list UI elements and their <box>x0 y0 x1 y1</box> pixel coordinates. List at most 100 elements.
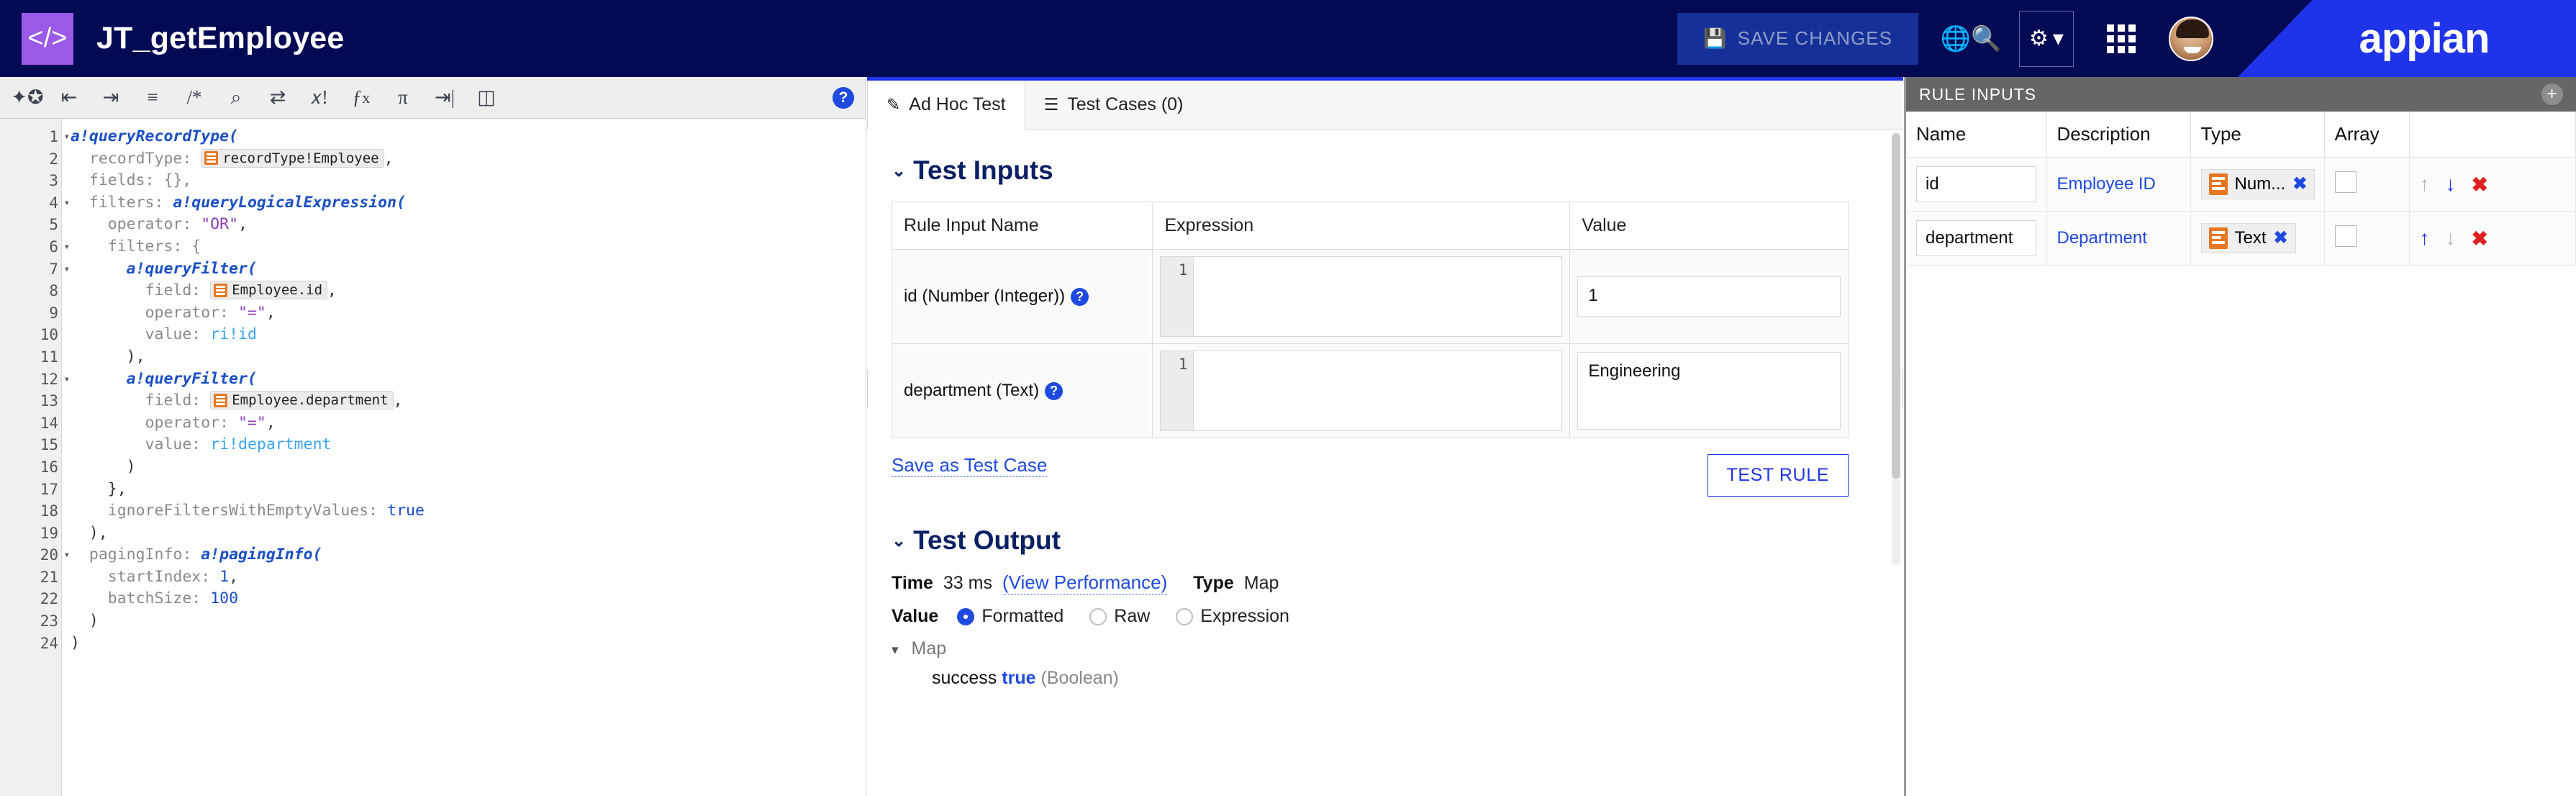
expression-line-number: 1 <box>1161 257 1194 336</box>
avatar[interactable] <box>2169 16 2213 61</box>
fold-arrow-icon[interactable]: ▾ <box>64 192 70 214</box>
vertical-scrollbar[interactable] <box>1892 133 1900 565</box>
cell-name: id <box>1906 157 2047 212</box>
tab-ad-hoc-test[interactable]: ✎ Ad Hoc Test <box>867 81 1025 130</box>
value-label: Value <box>892 606 939 626</box>
cell-array <box>2324 157 2410 212</box>
code-token-function: a!queryFilter( <box>126 369 257 388</box>
code-line: ), <box>71 523 866 545</box>
rule-input-name-label: department (Text) <box>904 381 1040 400</box>
database-search-icon[interactable]: ◫ <box>472 83 501 112</box>
radio-formatted[interactable]: Formatted <box>957 606 1063 627</box>
expression-input[interactable] <box>1194 257 1562 336</box>
search-icon[interactable]: ⌕ <box>222 83 250 112</box>
move-up-icon[interactable]: ↑ <box>2420 227 2430 250</box>
settings-menu-button[interactable]: ⚙ ▾ <box>2019 10 2074 67</box>
list-icon[interactable]: ≡ <box>138 83 167 112</box>
rule-input-name-field[interactable]: id <box>1916 166 2036 202</box>
test-output-heading[interactable]: ⌄ Test Output <box>892 525 1879 556</box>
line-number: 2 <box>49 150 58 168</box>
save-changes-button[interactable]: 💾 SAVE CHANGES <box>1677 12 1918 65</box>
record-type-token[interactable]: recordType!Employee <box>201 148 384 168</box>
code-line: a!queryRecordType( <box>71 126 866 148</box>
code-line: a!queryFilter( <box>71 258 866 281</box>
expression-editor[interactable]: 1 <box>1160 350 1563 431</box>
table-header-row: Rule Input Name Expression Value <box>891 202 1849 250</box>
test-rule-button[interactable]: TEST RULE <box>1707 454 1849 497</box>
code-token-key: operator: <box>145 303 230 322</box>
code-token-punc: ) <box>71 633 80 652</box>
array-checkbox[interactable] <box>2334 225 2357 247</box>
export-icon[interactable]: ⇥| <box>430 83 459 112</box>
record-field-token[interactable]: Employee.department <box>210 391 394 410</box>
line-number: 7 ▾ <box>0 258 70 281</box>
fold-arrow-icon[interactable]: ▾ <box>64 368 70 391</box>
delete-row-icon[interactable]: ✖ <box>2472 173 2488 196</box>
globe-search-icon[interactable]: 🌐🔍 <box>1940 13 2002 65</box>
line-number: 4 ▾ <box>0 192 70 214</box>
floppy-disk-icon: 💾 <box>1703 27 1728 49</box>
cell-expression: 1 <box>1152 249 1571 344</box>
tab-label: Test Cases (0) <box>1067 94 1184 114</box>
close-icon[interactable]: ✖ <box>2274 227 2288 248</box>
code-lines[interactable]: a!queryRecordType( recordType: recordTyp… <box>62 119 866 796</box>
line-number: 5 <box>49 216 58 234</box>
help-icon[interactable]: ? <box>1071 288 1089 307</box>
value-input[interactable]: Engineering <box>1577 352 1841 430</box>
line-number: 8 <box>49 282 58 300</box>
test-inputs-heading[interactable]: ⌄ Test Inputs <box>892 155 1879 186</box>
table-row: department Department Text ✖ ↑ ↓ ✖ <box>1906 211 2576 266</box>
help-icon[interactable]: ? <box>1045 382 1063 401</box>
radio-expression[interactable]: Expression <box>1176 606 1289 627</box>
table-row: id (Number (Integer))? 1 1 <box>891 249 1849 344</box>
code-token-key: pagingInfo: <box>89 546 192 564</box>
shuffle-icon[interactable]: ⇄ <box>263 83 292 112</box>
app-grid-icon[interactable] <box>2092 13 2150 65</box>
expression-editor[interactable]: 1 <box>1160 256 1563 337</box>
record-field-token[interactable]: Employee.id <box>210 281 328 300</box>
radio-raw[interactable]: Raw <box>1089 606 1150 627</box>
comment-icon[interactable]: /* <box>180 83 209 112</box>
format-wand-icon[interactable]: ✦✪ <box>11 83 43 112</box>
move-down-icon[interactable]: ↓ <box>2446 227 2456 250</box>
cell-actions: ↑ ↓ ✖ <box>2409 157 2576 212</box>
fold-arrow-icon[interactable]: ▾ <box>64 236 70 258</box>
save-as-test-case-link[interactable]: Save as Test Case <box>892 454 1048 477</box>
fold-arrow-icon[interactable]: ▾ <box>64 258 70 281</box>
indent-icon[interactable]: ⇥ <box>96 83 125 112</box>
collapse-left-pane-handle[interactable]: ◂ <box>867 368 868 409</box>
move-up-icon[interactable]: ↑ <box>2420 173 2430 196</box>
expression-input[interactable] <box>1194 351 1562 430</box>
column-header-type: Type <box>2190 112 2325 158</box>
pi-icon[interactable]: π <box>389 83 417 112</box>
code-editor[interactable]: 1 ▾ 2 3 4 ▾ 5 6 ▾ 7 ▾ 8 9 10 11 12 ▾ 13 14 15… <box>0 119 866 796</box>
fold-arrow-icon[interactable]: ▾ <box>64 126 70 148</box>
expression-line-number: 1 <box>1161 351 1194 430</box>
code-token-key: filters: { <box>107 237 201 255</box>
view-performance-link[interactable]: (View Performance) <box>1002 571 1168 594</box>
plus-circle-icon[interactable]: + <box>2541 83 2563 105</box>
variable-icon[interactable]: 𝑥! <box>305 83 334 112</box>
fold-arrow-icon[interactable]: ▾ <box>64 544 70 566</box>
move-down-icon[interactable]: ↓ <box>2446 173 2456 196</box>
cell-actions: ↑ ↓ ✖ <box>2409 211 2576 266</box>
collapse-right-pane-handle[interactable]: ▸ <box>1902 368 1903 409</box>
type-chip[interactable]: Num... ✖ <box>2200 168 2316 199</box>
tab-test-cases[interactable]: ☰ Test Cases (0) <box>1025 81 1202 129</box>
line-number: 19 <box>40 524 58 542</box>
scrollbar-thumb[interactable] <box>1892 133 1900 479</box>
rule-input-name-field[interactable]: department <box>1916 220 2036 256</box>
tree-root[interactable]: ▾ Map <box>892 638 1879 659</box>
delete-row-icon[interactable]: ✖ <box>2472 227 2488 250</box>
type-chip[interactable]: Text ✖ <box>2200 222 2296 253</box>
help-icon[interactable]: ? <box>833 87 854 109</box>
code-token-string: "=" <box>238 413 266 432</box>
rule-input-description[interactable]: Employee ID <box>2057 174 2156 194</box>
value-input[interactable]: 1 <box>1577 276 1841 317</box>
code-line: ), <box>71 346 866 368</box>
array-checkbox[interactable] <box>2334 171 2357 193</box>
rule-input-description[interactable]: Department <box>2057 228 2147 248</box>
outdent-icon[interactable]: ⇤ <box>55 83 83 112</box>
function-icon[interactable]: ƒx <box>347 83 376 112</box>
close-icon[interactable]: ✖ <box>2292 173 2307 194</box>
